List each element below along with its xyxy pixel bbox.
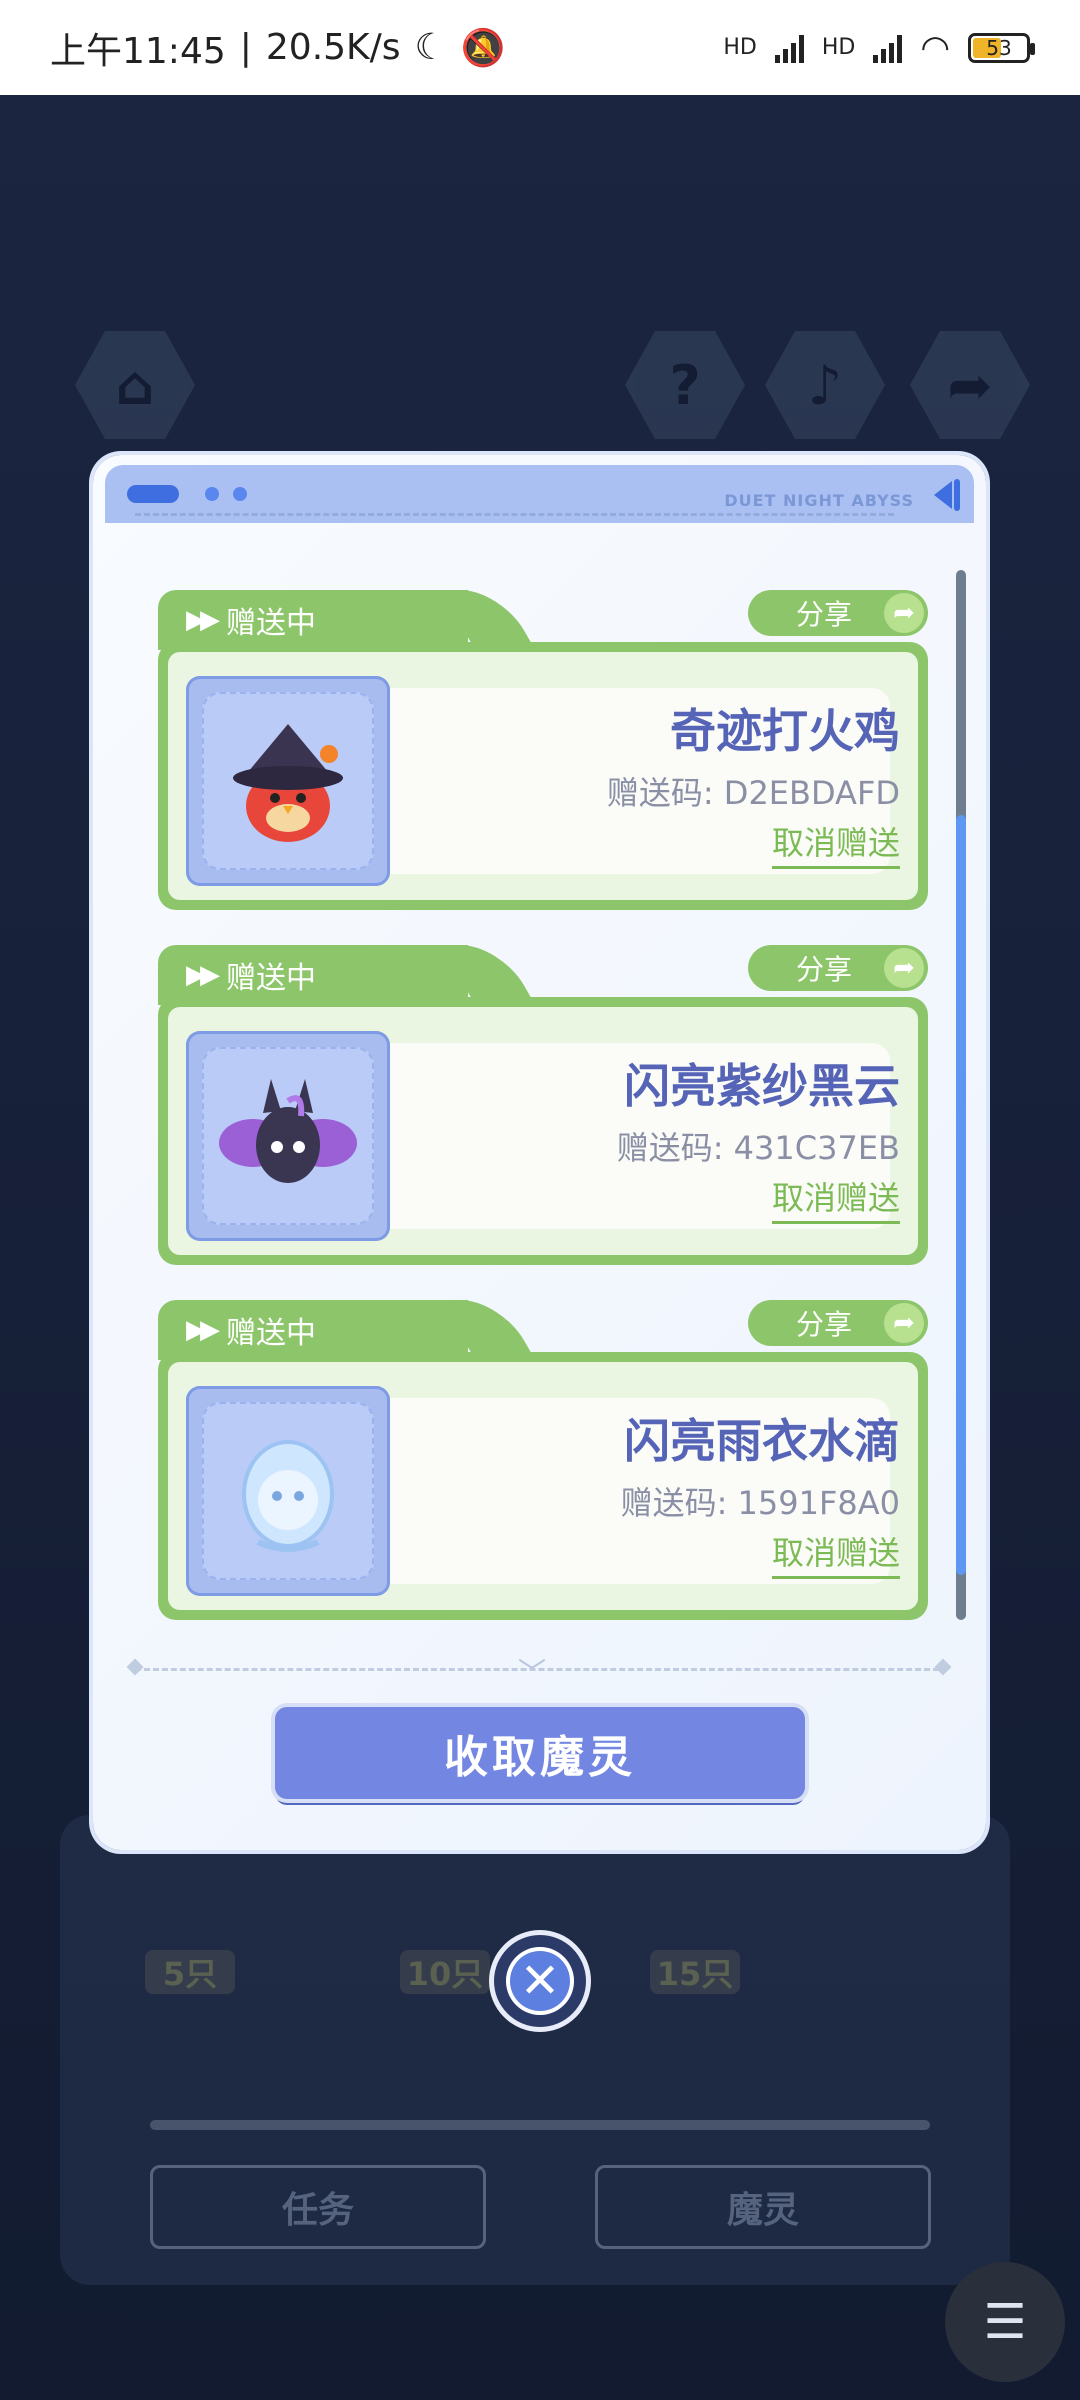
network-speed: 20.5K/s (265, 27, 401, 68)
scrollbar-thumb[interactable] (956, 815, 966, 1575)
cancel-gift-link[interactable]: 取消赠送 (771, 1528, 900, 1579)
signal-icon (873, 33, 903, 63)
pet-water-drop-icon (242, 1440, 334, 1552)
gift-modal: DUET NIGHT ABYSS ▶▶ 赠送中 分享 ➦ 奇迹打火鸡 赠送码: … (93, 455, 986, 1850)
pet-portrait (186, 1386, 390, 1596)
battery-icon: 53 (968, 32, 1035, 63)
pet-name: 闪亮紫纱黑云 (624, 1059, 900, 1113)
divider-diamond (126, 1658, 144, 1676)
share-label: 分享 (796, 1308, 853, 1341)
share-button[interactable]: 分享 ➦ (748, 1300, 928, 1346)
collect-spirit-button[interactable]: 收取魔灵 (275, 1707, 805, 1799)
header-dot (205, 487, 219, 501)
separator: | (239, 27, 252, 68)
help-icon[interactable]: ? (625, 331, 745, 439)
pet-purple-cloud-icon (219, 1079, 357, 1183)
fast-forward-icon: ▶▶ (186, 960, 220, 990)
home-icon[interactable]: ⌂ (75, 331, 195, 439)
header-arrow-icon (934, 481, 952, 509)
gift-code: 赠送码: D2EBDAFD (606, 774, 900, 812)
clock: 上午11:45 (50, 30, 226, 72)
cancel-gift-link[interactable]: 取消赠送 (771, 818, 900, 869)
tab-spirits[interactable]: 魔灵 (595, 2165, 931, 2249)
gift-code: 赠送码: 431C37EB (616, 1129, 900, 1167)
close-button[interactable]: ✕ (494, 1935, 586, 2027)
share-button[interactable]: 分享 ➦ (748, 945, 928, 991)
moon-icon: ☾ (414, 27, 447, 68)
divider-diamond (934, 1658, 952, 1676)
hd-label: HD (821, 35, 856, 60)
fast-forward-icon: ▶▶ (186, 605, 220, 635)
gift-card: ▶▶ 赠送中 分享 ➦ 闪亮紫纱黑云 赠送码: 431C37EB 取消赠送 (158, 945, 928, 1265)
pet-portrait (186, 676, 390, 886)
header-brand: DUET NIGHT ABYSS (724, 491, 914, 510)
share-arrow-icon: ➦ (884, 1303, 924, 1343)
cancel-gift-link[interactable]: 取消赠送 (771, 1173, 900, 1224)
bell-muted-icon: 🔕 (460, 27, 506, 69)
hd-label: HD (723, 35, 757, 60)
gift-status: 赠送中 (226, 961, 316, 996)
header-dash (135, 513, 894, 516)
gift-status: 赠送中 (226, 1316, 316, 1351)
tier-badge: 15只 (650, 1950, 740, 1994)
share-label: 分享 (796, 598, 853, 631)
fast-forward-icon: ▶▶ (186, 1315, 220, 1345)
header-dot (233, 487, 247, 501)
share-arrow-icon: ➦ (884, 948, 924, 988)
chevron-down-icon: ﹀ (518, 1656, 547, 1689)
status-left: 上午11:45 | 20.5K/s ☾ 🔕 (50, 22, 506, 74)
progress-bar (150, 2120, 930, 2130)
signal-icon (774, 33, 804, 63)
pet-portrait (186, 1031, 390, 1241)
share-arrow-icon: ➦ (884, 593, 924, 633)
share-label: 分享 (796, 953, 853, 986)
gift-card: ▶▶ 赠送中 分享 ➦ 闪亮雨衣水滴 赠送码: 1591F8A0 取消赠送 (158, 1300, 928, 1620)
wifi-icon: ◠ (920, 27, 950, 68)
tier-badge: 5只 (145, 1950, 235, 1994)
share-icon[interactable]: ➦ (910, 331, 1030, 439)
gift-card: ▶▶ 赠送中 分享 ➦ 奇迹打火鸡 赠送码: D2EBDAFD 取消赠送 (158, 590, 928, 910)
pet-name: 奇迹打火鸡 (670, 704, 900, 758)
close-icon: ✕ (506, 1947, 574, 2015)
gift-status-tab: ▶▶ 赠送中 (158, 590, 468, 650)
share-button[interactable]: 分享 ➦ (748, 590, 928, 636)
modal-header: DUET NIGHT ABYSS (105, 465, 974, 523)
gift-code: 赠送码: 1591F8A0 (620, 1484, 900, 1522)
pet-fire-chicken-icon (233, 724, 343, 842)
gift-status-tab: ▶▶ 赠送中 (158, 1300, 468, 1360)
menu-button[interactable]: ☰ (945, 2262, 1065, 2382)
header-pill (127, 485, 179, 503)
pet-name: 闪亮雨衣水滴 (624, 1414, 900, 1468)
tab-tasks[interactable]: 任务 (150, 2165, 486, 2249)
gift-status-tab: ▶▶ 赠送中 (158, 945, 468, 1005)
status-bar: 上午11:45 | 20.5K/s ☾ 🔕 HD HD ◠ 53 (0, 0, 1080, 95)
gift-status: 赠送中 (226, 606, 316, 641)
music-icon[interactable]: ♪ (765, 331, 885, 439)
tier-badge: 10只 (400, 1950, 490, 1994)
hamburger-icon: ☰ (983, 2294, 1027, 2350)
status-right: HD HD ◠ 53 (723, 27, 1035, 68)
header-bar (954, 479, 960, 511)
